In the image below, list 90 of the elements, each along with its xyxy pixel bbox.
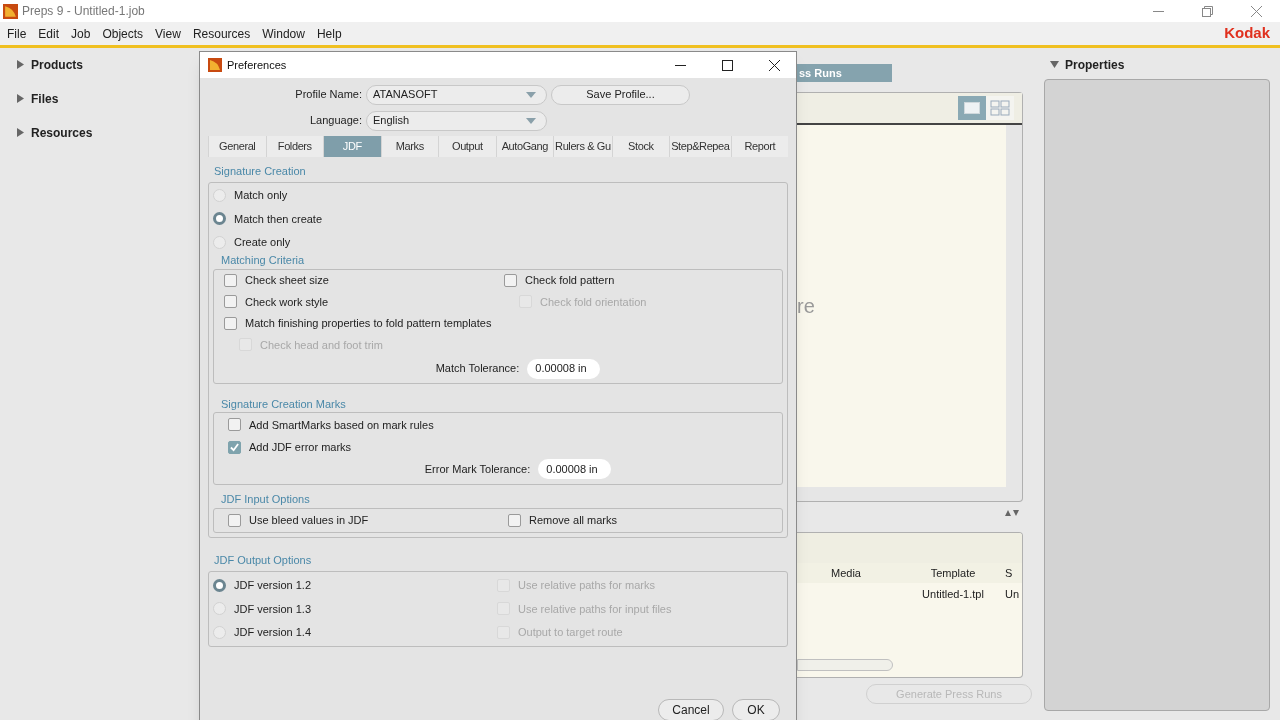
checkbox-label: Check sheet size xyxy=(245,273,329,288)
menu-item[interactable]: Edit xyxy=(32,24,66,43)
radio-label: JDF version 1.2 xyxy=(234,578,312,593)
menu-item[interactable]: Resources xyxy=(186,24,257,43)
menu-item[interactable]: File xyxy=(1,24,33,43)
checkbox-label: Use bleed values in JDF xyxy=(249,513,369,528)
dropdown[interactable]: English xyxy=(366,110,547,131)
checkbox-label: Output to target route xyxy=(518,625,623,640)
tab[interactable]: Stock xyxy=(611,136,670,157)
radio-label: JDF version 1.3 xyxy=(234,601,312,617)
checkbox[interactable] xyxy=(228,513,241,527)
field-label: Error Mark Tolerance: xyxy=(424,461,531,477)
dropdown[interactable]: ATANASOFT xyxy=(366,84,547,105)
caret-right-icon[interactable] xyxy=(16,128,25,137)
maximize-icon[interactable] xyxy=(722,59,733,71)
menu-item[interactable]: Objects xyxy=(96,24,150,43)
window-title: Preps 9 - Untitled-1.job xyxy=(22,3,145,20)
menu-item[interactable]: Help xyxy=(310,24,348,43)
tolerance-field[interactable]: 0.00008 in xyxy=(527,358,601,379)
radio-button[interactable] xyxy=(213,212,226,226)
checkbox-label: Check work style xyxy=(245,294,329,310)
single-view-icon[interactable] xyxy=(958,96,986,120)
checkbox[interactable] xyxy=(508,513,521,527)
panel-heading[interactable]: Files xyxy=(31,89,59,108)
save-profile-button[interactable]: Save Profile... xyxy=(551,84,690,105)
dialog-title: Preferences xyxy=(227,57,287,73)
checkbox-label: Use relative paths for marks xyxy=(518,578,655,593)
checkbox[interactable] xyxy=(224,273,237,287)
app-logo-icon xyxy=(3,3,18,19)
table-cell-text: Untitled-1.tpl xyxy=(921,586,985,602)
dialog-button[interactable]: Cancel xyxy=(658,699,724,720)
tolerance-field[interactable]: 0.00008 in xyxy=(538,459,612,479)
caret-right-icon[interactable] xyxy=(16,60,25,69)
menu-item[interactable]: View xyxy=(149,24,187,43)
close-icon[interactable] xyxy=(769,59,780,71)
horizontal-scrollbar[interactable] xyxy=(797,659,893,671)
dialog-button[interactable]: OK xyxy=(732,699,780,720)
radio-label: Match then create xyxy=(234,211,323,227)
check-icon xyxy=(230,442,239,452)
app-logo-icon xyxy=(208,58,222,72)
radio-button[interactable] xyxy=(213,578,226,592)
empty-hint: re xyxy=(797,294,815,319)
tab[interactable]: Step&Repea xyxy=(669,136,731,157)
checkbox[interactable] xyxy=(504,273,517,287)
menu-item[interactable]: Window xyxy=(256,24,311,43)
checkbox[interactable] xyxy=(224,316,237,330)
checkbox-label: Check fold pattern xyxy=(525,273,615,288)
panel-heading[interactable]: Resources xyxy=(31,123,93,142)
checkbox-label: Add SmartMarks based on mark rules xyxy=(249,417,434,433)
tab[interactable]: Marks xyxy=(380,136,439,157)
checkbox-label: Match finishing properties to fold pattern templates xyxy=(245,316,492,331)
checkbox-label: Check head and foot trim xyxy=(260,337,383,353)
kodak-logo: Kodak xyxy=(1224,23,1270,44)
checkbox-label: Add JDF error marks xyxy=(249,440,352,455)
checkbox[interactable] xyxy=(228,418,241,432)
restore-icon[interactable] xyxy=(1202,5,1213,17)
section-title: Signature Creation xyxy=(214,164,307,179)
tab[interactable]: Report xyxy=(730,136,789,157)
field-label: Profile Name: xyxy=(294,87,363,103)
tab[interactable]: Rulers & Gu xyxy=(553,136,612,157)
section-title: JDF Output Options xyxy=(214,553,313,568)
radio-label: Create only xyxy=(234,235,291,250)
checkbox-label: Remove all marks xyxy=(529,513,618,528)
checkbox[interactable] xyxy=(224,295,237,309)
radio-label: Match only xyxy=(234,188,288,203)
column-header[interactable]: Media xyxy=(797,564,905,582)
tab[interactable]: General xyxy=(208,136,266,157)
section-title: Signature Creation Marks xyxy=(221,396,347,412)
field-label: Language: xyxy=(309,113,363,129)
caret-icon xyxy=(526,91,536,98)
section-title: Matching Criteria xyxy=(221,253,306,268)
caret-right-icon[interactable] xyxy=(16,94,25,103)
section-title: JDF Input Options xyxy=(221,492,311,507)
checkbox[interactable] xyxy=(228,440,241,454)
table-cell-text: Un xyxy=(1004,586,1021,602)
panel-heading[interactable]: Products xyxy=(31,55,83,74)
menu-item[interactable]: Job xyxy=(65,24,97,43)
field-label: Match Tolerance: xyxy=(435,361,520,377)
radio-label: JDF version 1.4 xyxy=(234,625,312,640)
tab[interactable]: AutoGang xyxy=(495,136,554,157)
sort-arrows-icon[interactable] xyxy=(1005,510,1019,516)
panel-heading[interactable]: Properties xyxy=(1065,55,1125,74)
checkbox-label: Use relative paths for input files xyxy=(518,601,672,617)
column-header[interactable]: Template xyxy=(905,564,1001,582)
grid-view-icon[interactable] xyxy=(986,96,1014,120)
caret-icon xyxy=(526,117,536,124)
caret-down-icon[interactable] xyxy=(1050,60,1059,69)
column-header[interactable]: S xyxy=(1001,564,1021,582)
checkbox-label: Check fold orientation xyxy=(540,294,647,310)
tab[interactable]: Output xyxy=(438,136,496,157)
